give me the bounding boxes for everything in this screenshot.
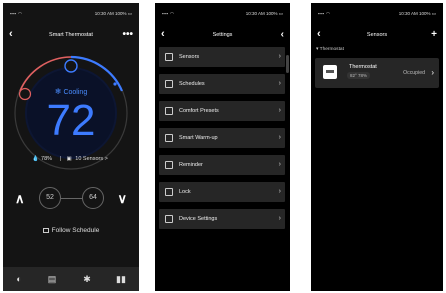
info-row: 💧 78% | ▣ 10 Sensors > xyxy=(32,156,110,162)
sensor-icon xyxy=(165,53,173,61)
reminder-icon xyxy=(165,161,173,169)
settings-item-reminder[interactable]: Reminder › xyxy=(159,155,285,175)
chevron-down-icon[interactable]: ∨ xyxy=(117,189,127,209)
settings-list: Sensors › Schedules › Comfort Presets › … xyxy=(159,47,285,236)
presets-icon xyxy=(165,107,173,115)
home-icon[interactable]: ◐ xyxy=(13,273,25,285)
page-title: Sensors xyxy=(366,32,388,38)
humidity-value: 💧 78% xyxy=(32,156,53,162)
current-marker xyxy=(113,82,117,86)
header: ‹ Settings ‹ xyxy=(155,28,290,41)
sensors-link[interactable]: ▣ 10 Sensors > xyxy=(67,156,110,162)
sensor-card-thermostat[interactable]: Thermostat 82° 78% Occupied › xyxy=(315,58,439,88)
tab-bar: ◐ ▤ ✱ ▮▮ xyxy=(3,267,139,291)
settings-item-schedules[interactable]: Schedules › xyxy=(159,74,285,94)
header: ‹ Sensors + xyxy=(311,28,443,41)
chevron-up-icon[interactable]: ∧ xyxy=(15,189,25,209)
back-icon-right[interactable]: ‹ xyxy=(281,29,284,41)
settings-item-device-settings[interactable]: Device Settings › xyxy=(159,209,285,229)
mode-label: ❄ Cooling xyxy=(54,87,88,96)
chevron-right-icon: › xyxy=(278,188,281,195)
chevron-right-icon: › xyxy=(278,215,281,222)
status-time: 10:30 AM 100% ▭ xyxy=(398,11,436,16)
device-name: Thermostat xyxy=(349,64,377,70)
lock-icon xyxy=(165,188,173,196)
page-title: Settings xyxy=(212,32,233,38)
signal-icon: ▪▪▪ ◠ xyxy=(10,11,23,16)
setpoint-divider xyxy=(61,198,82,199)
chevron-right-icon: › xyxy=(278,107,281,114)
chevron-right-icon: › xyxy=(431,68,434,77)
thermostat-device-icon xyxy=(323,65,337,79)
status-time: 10:30 AM 100% ▭ xyxy=(94,11,132,16)
current-temperature: 72 xyxy=(46,96,96,145)
cool-setpoint[interactable]: 64 xyxy=(82,187,104,209)
heat-setpoint[interactable]: 52 xyxy=(39,187,61,209)
follow-schedule-button[interactable]: Follow Schedule xyxy=(3,227,139,234)
chevron-right-icon: › xyxy=(278,53,281,60)
status-bar: ▪▪▪ ◠ 10:30 AM 100% ▭ xyxy=(318,11,436,17)
page-title: Smart Thermostat xyxy=(49,32,93,38)
calendar-icon xyxy=(42,227,49,233)
scrollbar[interactable] xyxy=(286,55,289,73)
settings-screen: ▪▪▪ ◠ 10:30 AM 100% ▭ ‹ Settings ‹ Senso… xyxy=(155,3,290,291)
settings-item-lock[interactable]: Lock › xyxy=(159,182,285,202)
sensors-screen: ▪▪▪ ◠ 10:30 AM 100% ▭ ‹ Sensors + ▾ Ther… xyxy=(311,3,443,291)
thermostat-screen: ▪▪▪ ◠ 10:30 AM 100% ▭ ‹ Smart Thermostat… xyxy=(3,3,139,291)
settings-item-smart-warm-up[interactable]: Smart Warm-up › xyxy=(159,128,285,148)
section-header: ▾ Thermostat xyxy=(316,47,344,52)
settings-item-sensors[interactable]: Sensors › xyxy=(159,47,285,67)
status-badge: Occupied xyxy=(403,70,425,76)
add-icon[interactable]: + xyxy=(431,29,437,41)
cool-handle[interactable] xyxy=(64,59,78,73)
setpoint-controls: ∧ 52 64 ∨ xyxy=(3,187,139,211)
more-dots-icon[interactable]: ••• xyxy=(122,29,133,41)
thermostat-icon[interactable]: ▤ xyxy=(46,273,58,285)
device-icon xyxy=(165,215,173,223)
status-bar: ▪▪▪ ◠ 10:30 AM 100% ▭ xyxy=(10,11,132,17)
chart-icon[interactable]: ▮▮ xyxy=(115,273,127,285)
chevron-right-icon: › xyxy=(278,80,281,87)
thermometer-icon xyxy=(165,134,173,142)
signal-icon: ▪▪▪ ◠ xyxy=(318,11,331,16)
chevron-right-icon: › xyxy=(278,161,281,168)
schedule-icon xyxy=(165,80,173,88)
signal-icon: ▪▪▪ ◠ xyxy=(162,11,175,16)
device-readings: 82° 78% xyxy=(347,72,371,79)
status-time: 10:30 AM 100% ▭ xyxy=(245,11,283,16)
gear-icon[interactable]: ✱ xyxy=(81,273,93,285)
status-bar: ▪▪▪ ◠ 10:30 AM 100% ▭ xyxy=(162,11,283,17)
snowflake-icon: ❄ xyxy=(54,87,62,96)
header: ‹ Smart Thermostat ••• xyxy=(3,28,139,41)
settings-item-comfort-presets[interactable]: Comfort Presets › xyxy=(159,101,285,121)
chevron-right-icon: › xyxy=(278,134,281,141)
